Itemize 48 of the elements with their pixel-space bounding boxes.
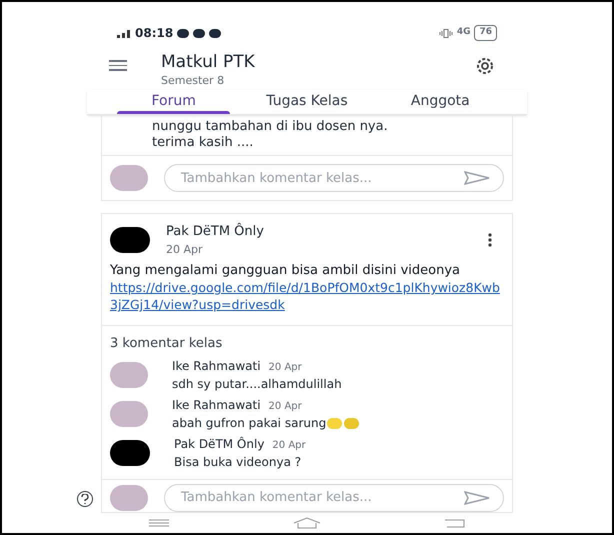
post-link[interactable]: https://drive.google.com/file/d/1BoPfOM0xt9c1plKhywioz8Kwb3jZGj14/view?usp=drivesdk (110, 279, 504, 314)
back-icon[interactable] (445, 518, 465, 528)
send-icon[interactable] (464, 490, 490, 505)
settings-icon[interactable] (475, 56, 495, 76)
more-options-icon[interactable] (488, 233, 492, 248)
notification-icon (209, 28, 222, 38)
send-icon[interactable] (464, 171, 490, 186)
author-name: Pak DëTM Ônly (166, 222, 265, 242)
status-time: 08:18 (135, 25, 174, 42)
avatar-icon (110, 440, 150, 466)
emoji-icon (344, 418, 360, 429)
tab[interactable]: Tugas Kelas (240, 90, 374, 114)
comment-date: 20 Apr (268, 360, 302, 375)
photo-placeholder (110, 401, 148, 428)
vibrate-icon (438, 28, 453, 38)
post-text: Yang mengalami gangguan bisa ambil disini videonya (110, 262, 461, 280)
comment-count: 3 komentar kelas (109, 335, 224, 354)
tab[interactable]: Anggota (374, 90, 507, 114)
comment-text: Bisa buka videonya ? (174, 454, 302, 471)
class-subtitle: Semester 8 (161, 73, 226, 90)
notification-icon (177, 28, 190, 38)
signal-icon (117, 28, 131, 38)
comment-text: abah gufron pakai sarung (172, 414, 326, 432)
emoji-icon (327, 418, 342, 429)
comment-date: 20 Apr (272, 438, 306, 453)
post-text: terima kasih .... (152, 135, 254, 152)
notification-icon (193, 28, 206, 38)
photo-placeholder (110, 484, 148, 511)
help-icon[interactable] (77, 491, 93, 507)
photo-placeholder (110, 165, 148, 192)
class-title: Matkul PTK (161, 52, 256, 74)
comment-text: sdh sy putar....alhamdulillah (172, 376, 342, 393)
tab[interactable]: Forum (107, 90, 240, 114)
recent-apps-icon[interactable] (149, 518, 169, 527)
battery-indicator: 76 (474, 25, 497, 41)
comment-field[interactable]: Tambahkan komentar kelas... (164, 164, 504, 192)
comment-author: Ike Rahmawati (172, 358, 261, 375)
avatar-icon (110, 227, 150, 254)
comment-author: Pak DëTM Ônly (174, 436, 264, 453)
post-date: 20 Apr (166, 242, 204, 258)
comment-author: Ike Rahmawati (172, 396, 261, 414)
photo-placeholder (110, 362, 148, 388)
home-icon[interactable] (293, 516, 321, 529)
comment-date: 20 Apr (268, 400, 302, 414)
comment-field[interactable]: Tambahkan komentar kelas... (164, 484, 504, 512)
post-text: nunggu tambahan di ibu dosen nya. (152, 118, 389, 136)
network-label: 4G (456, 26, 470, 40)
menu-icon[interactable] (109, 60, 127, 70)
